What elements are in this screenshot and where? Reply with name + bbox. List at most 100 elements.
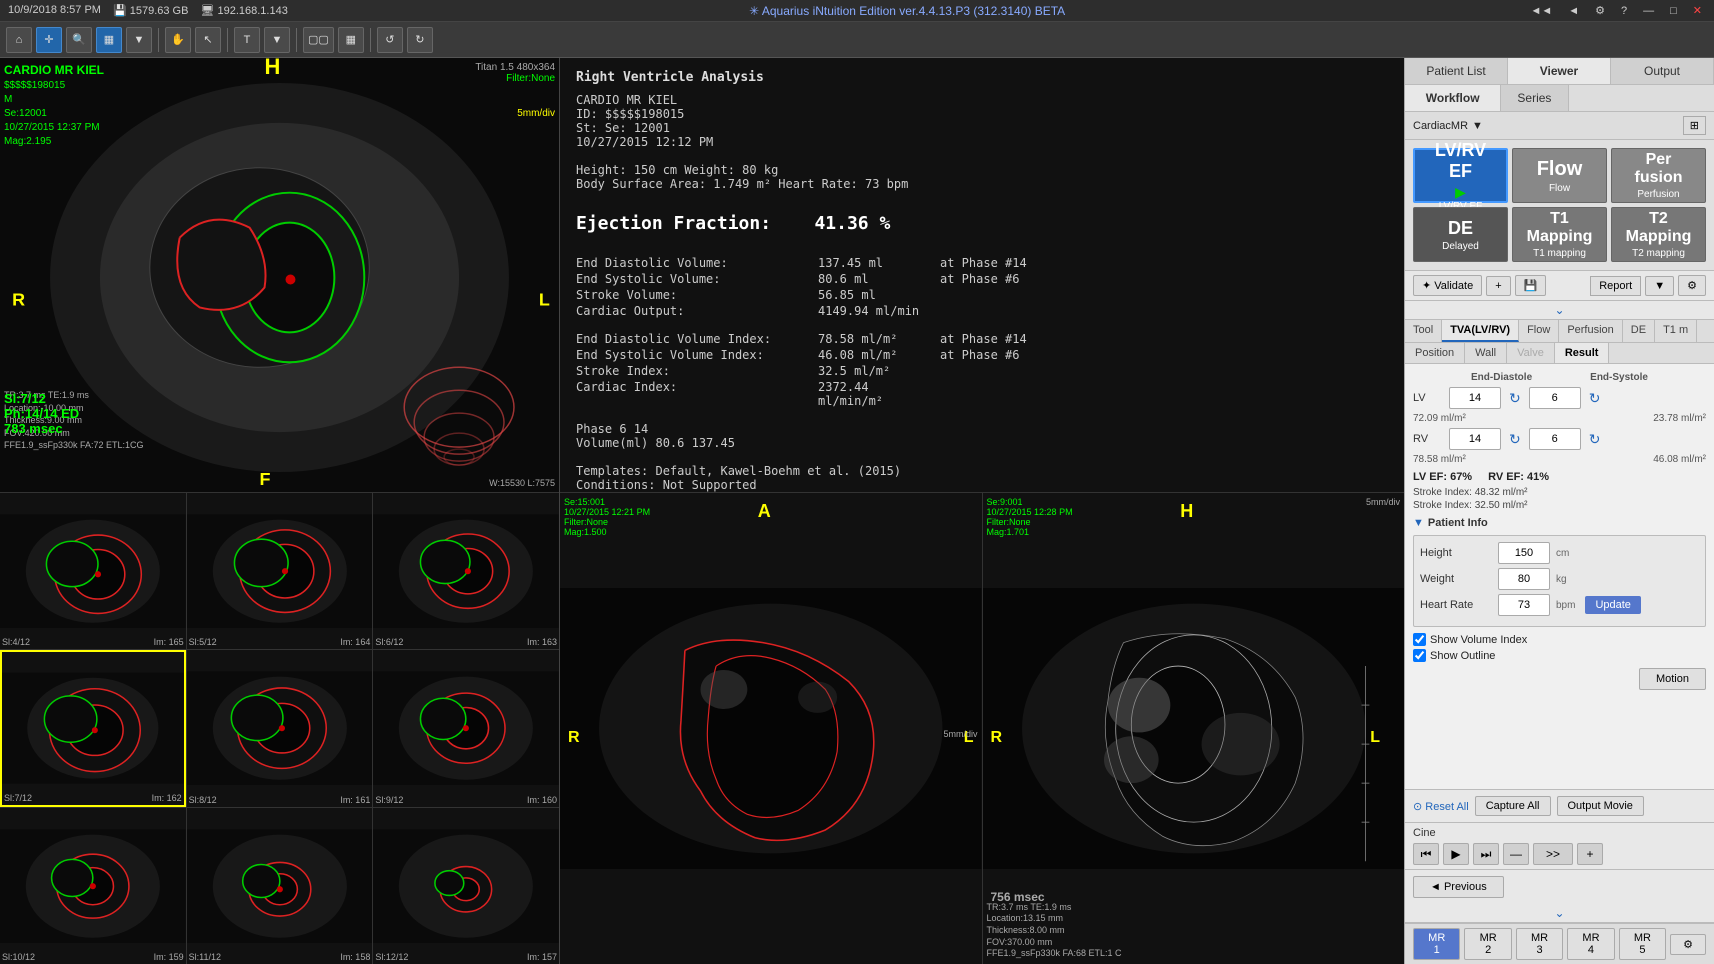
tb-dropdown[interactable]: ▼: [126, 27, 152, 53]
topbar-help[interactable]: ?: [1617, 5, 1631, 17]
weight-input[interactable]: [1498, 568, 1550, 590]
atab-perfusion[interactable]: Perfusion: [1559, 320, 1622, 342]
cine-fast-fwd[interactable]: >>: [1533, 843, 1573, 865]
tb-undo[interactable]: ↺: [377, 27, 403, 53]
lv-es-refresh[interactable]: ↻: [1587, 390, 1603, 407]
main-image[interactable]: H R L F CARDIO MR KIEL $$$$$198015 M Se:…: [0, 58, 559, 493]
cine-plus[interactable]: +: [1577, 843, 1603, 865]
thumb-2[interactable]: Sl:5/12 Im: 164: [187, 493, 373, 649]
thumb-6[interactable]: Sl:9/12 Im: 160: [373, 650, 559, 806]
atab-tool[interactable]: Tool: [1405, 320, 1442, 342]
rv-ed-refresh[interactable]: ↻: [1507, 431, 1523, 448]
bottom-img-2[interactable]: Se:9:001 10/27/2015 12:28 PM Filter:None…: [983, 493, 1405, 964]
bnav-mr3[interactable]: MR 3: [1516, 928, 1563, 960]
cine-minus[interactable]: —: [1503, 843, 1529, 865]
report-btn[interactable]: Report: [1590, 276, 1641, 296]
update-btn[interactable]: Update: [1585, 596, 1640, 614]
atab-t1m[interactable]: T1 m: [1655, 320, 1697, 342]
patient-info-toggle[interactable]: ▼ Patient Info: [1413, 517, 1706, 529]
topbar-close[interactable]: ✕: [1689, 4, 1706, 17]
bnav-mr1[interactable]: MR 1: [1413, 928, 1460, 960]
thumb-4[interactable]: Sl:7/12 Im: 162: [0, 650, 186, 806]
output-movie-btn[interactable]: Output Movie: [1557, 796, 1644, 816]
rtab-valve[interactable]: Valve: [1507, 343, 1555, 363]
rv-ed-input[interactable]: [1449, 428, 1501, 450]
tb-grid2[interactable]: ▦: [338, 27, 364, 53]
tab-patient-list[interactable]: Patient List: [1405, 58, 1508, 84]
cine-last[interactable]: ⏭: [1473, 843, 1499, 865]
bottom-img-2-info: Se:9:001 10/27/2015 12:28 PM Filter:None…: [987, 497, 1073, 537]
tb-redo[interactable]: ↻: [407, 27, 433, 53]
wf-de[interactable]: DE Delayed: [1413, 207, 1508, 262]
tb-home[interactable]: ⌂: [6, 27, 32, 53]
report-opts[interactable]: ▼: [1645, 276, 1674, 296]
save-btn[interactable]: 💾: [1515, 275, 1547, 296]
tb-layout[interactable]: ▦: [96, 27, 122, 53]
wf-perfusion[interactable]: Perfusion Perfusion: [1611, 148, 1706, 203]
tab-viewer[interactable]: Viewer: [1508, 58, 1611, 84]
tb-select[interactable]: ↖: [195, 27, 221, 53]
thumb-1[interactable]: Sl:4/12 Im: 165: [0, 493, 186, 649]
atab-tva[interactable]: TVA(LV/RV): [1442, 320, 1519, 342]
thumb-3[interactable]: Sl:6/12 Im: 163: [373, 493, 559, 649]
add-btn[interactable]: +: [1486, 276, 1510, 296]
tb-cursor[interactable]: ✛: [36, 27, 62, 53]
result-content: End-Diastole End-Systole LV ↻ ↻ 72.09 ml…: [1405, 364, 1714, 789]
topbar-fwd[interactable]: ◄: [1564, 5, 1583, 17]
reset-all-btn[interactable]: ⊙ Reset All: [1413, 800, 1469, 813]
cine-play[interactable]: ▶: [1443, 843, 1469, 865]
expand-arrow[interactable]: ⌄: [1554, 303, 1564, 317]
topbar-maximize[interactable]: □: [1666, 5, 1681, 17]
tb-zoom[interactable]: 🔍: [66, 27, 92, 53]
bnav-mr4[interactable]: MR 4: [1567, 928, 1614, 960]
validate-btn[interactable]: ✦ Validate: [1413, 275, 1482, 296]
previous-row: ◄ Previous: [1405, 869, 1714, 904]
wf-t1map[interactable]: T1Mapping T1 mapping: [1512, 207, 1607, 262]
rtab-position[interactable]: Position: [1405, 343, 1465, 363]
wf-flow[interactable]: Flow Flow: [1512, 148, 1607, 203]
topbar-back[interactable]: ◄◄: [1526, 5, 1556, 17]
tb-text[interactable]: T: [234, 27, 260, 53]
tab-output[interactable]: Output: [1611, 58, 1714, 84]
bottom-img-2-label-l: L: [1370, 729, 1380, 747]
bnav-mr2[interactable]: MR 2: [1464, 928, 1511, 960]
thumb-5[interactable]: Sl:8/12 Im: 161: [187, 650, 373, 806]
cine-first[interactable]: ⏮: [1413, 843, 1439, 865]
lv-es-input[interactable]: [1529, 387, 1581, 409]
hr-input[interactable]: [1498, 594, 1550, 616]
bottom-img-1[interactable]: Se:15:001 10/27/2015 12:21 PM Filter:Non…: [560, 493, 982, 964]
expand-btn[interactable]: ⊞: [1683, 116, 1706, 135]
topbar-minimize[interactable]: —: [1639, 5, 1658, 17]
show-volume-checkbox[interactable]: [1413, 633, 1426, 646]
previous-btn[interactable]: ◄ Previous: [1413, 876, 1504, 898]
capture-all-btn[interactable]: Capture All: [1475, 796, 1551, 816]
thumb-7[interactable]: Sl:10/12 Im: 159: [0, 808, 186, 964]
result-tabs: Position Wall Valve Result: [1405, 343, 1714, 364]
more-opts[interactable]: ⚙: [1678, 275, 1706, 296]
rv-es-refresh[interactable]: ↻: [1587, 431, 1603, 448]
expand-arrow-bottom[interactable]: ⌄: [1554, 906, 1564, 920]
wf-t2map[interactable]: T2Mapping T2 mapping: [1611, 207, 1706, 262]
subtab-workflow[interactable]: Workflow: [1405, 85, 1501, 111]
thumb-9[interactable]: Sl:12/12 Im: 157: [373, 808, 559, 964]
tb-grid1[interactable]: ▢▢: [303, 27, 334, 53]
atab-flow[interactable]: Flow: [1519, 320, 1559, 342]
tb-text-drop[interactable]: ▼: [264, 27, 290, 53]
rtab-result[interactable]: Result: [1555, 343, 1610, 363]
bnav-mr5[interactable]: MR 5: [1619, 928, 1666, 960]
lv-ed-refresh[interactable]: ↻: [1507, 390, 1523, 407]
bnav-more[interactable]: ⚙: [1670, 934, 1706, 955]
show-outline-checkbox[interactable]: [1413, 649, 1426, 662]
rv-es-input[interactable]: [1529, 428, 1581, 450]
tb-pan[interactable]: ✋: [165, 27, 191, 53]
thumb-8[interactable]: Sl:11/12 Im: 158: [187, 808, 373, 964]
lv-ed-input[interactable]: [1449, 387, 1501, 409]
motion-btn[interactable]: Motion: [1639, 668, 1706, 690]
cardiacmr-dropdown[interactable]: ▼: [1472, 120, 1483, 132]
topbar-settings[interactable]: ⚙: [1591, 4, 1609, 17]
rtab-wall[interactable]: Wall: [1465, 343, 1507, 363]
atab-de[interactable]: DE: [1623, 320, 1655, 342]
height-input[interactable]: [1498, 542, 1550, 564]
wf-lvrv-ef[interactable]: LV/RVEF ▶ LV/RV EF: [1413, 148, 1508, 203]
subtab-series[interactable]: Series: [1501, 85, 1568, 111]
